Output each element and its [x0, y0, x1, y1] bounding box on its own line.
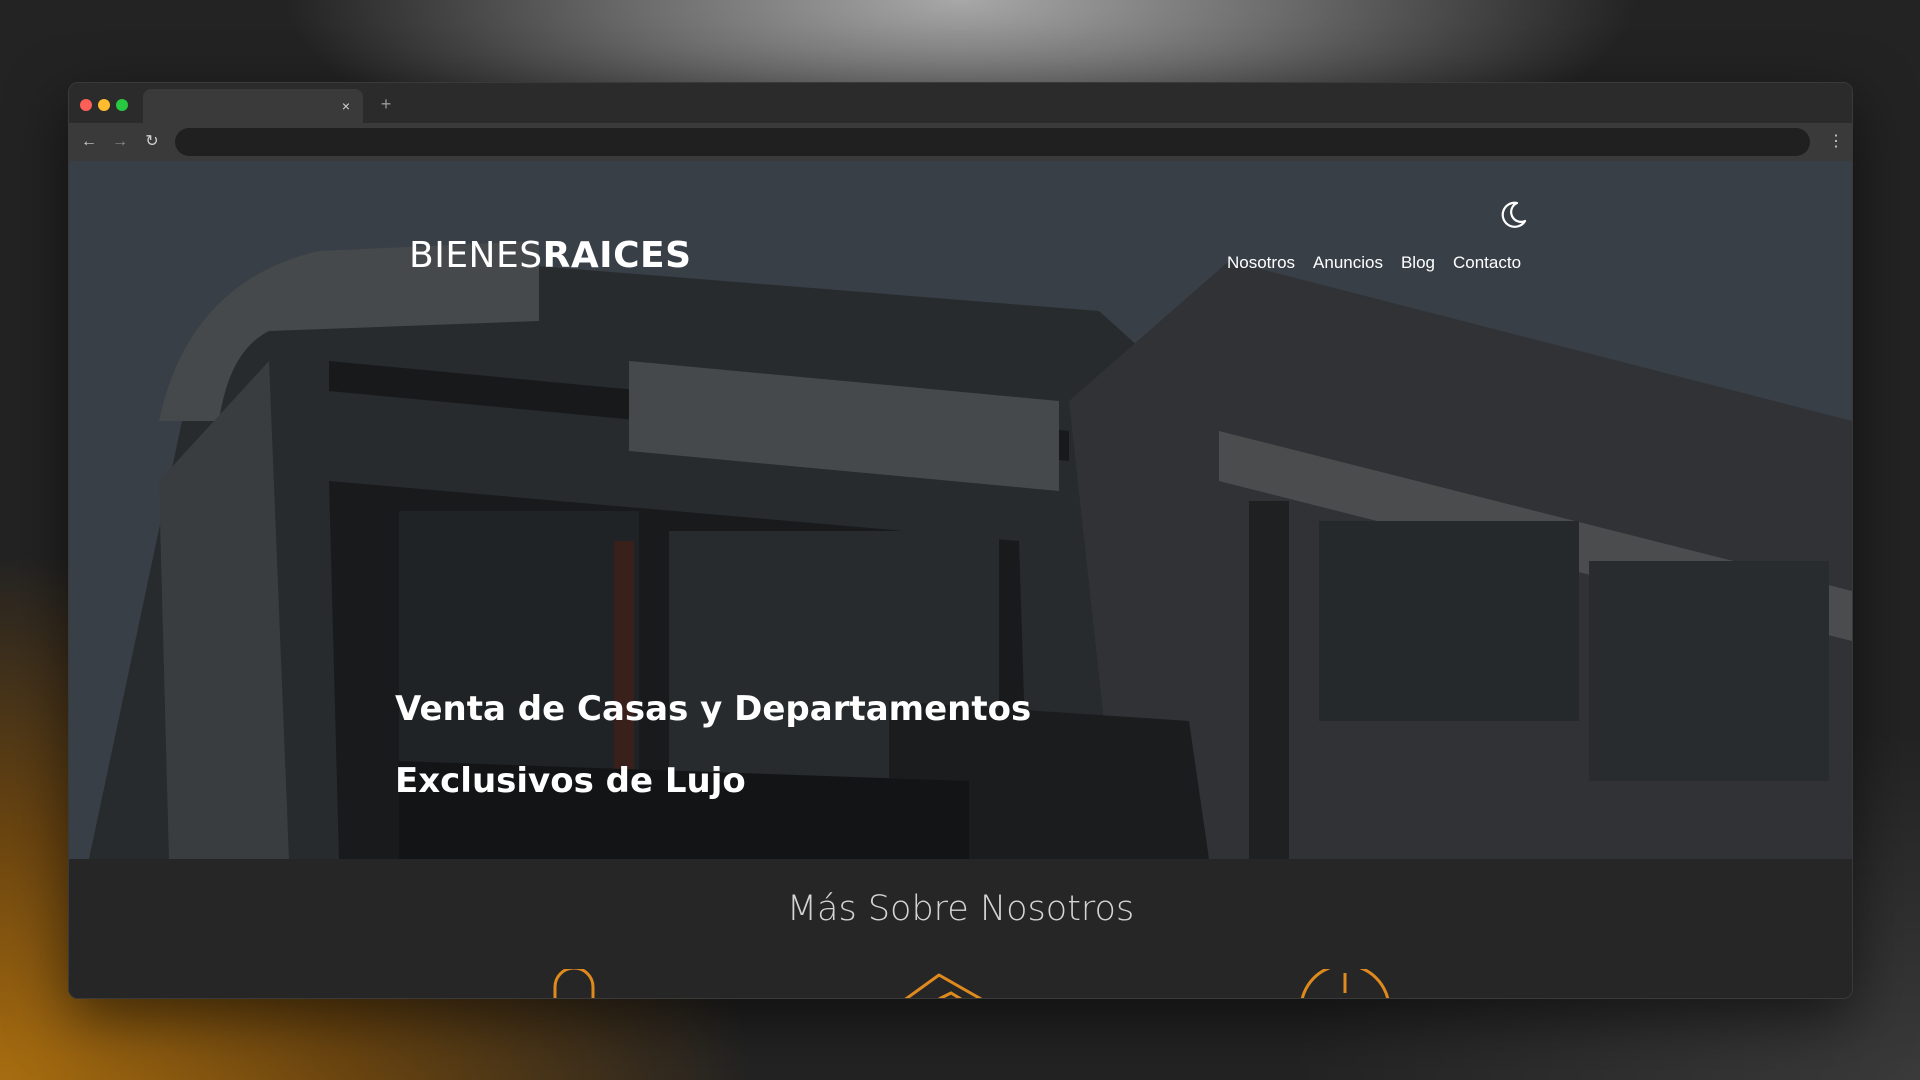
about-section: Más Sobre Nosotros	[69, 859, 1852, 998]
tab-close-icon[interactable]: ×	[337, 97, 355, 115]
hero-heading-line2: Exclusivos de Lujo	[395, 761, 746, 801]
nav-link-nosotros[interactable]: Nosotros	[1227, 253, 1295, 273]
reload-icon[interactable]: ↻	[142, 132, 162, 152]
security-icon	[553, 969, 595, 998]
site-logo[interactable]: BIENESRAICES	[409, 235, 692, 276]
hero-heading-line1: Venta de Casas y Departamentos	[395, 689, 1032, 729]
forward-icon[interactable]: →	[110, 132, 130, 152]
close-window-button[interactable]	[80, 99, 92, 111]
main-nav: Nosotros Anuncios Blog Contacto	[1227, 253, 1521, 273]
browser-toolbar: ← → ↻ ⋮	[69, 123, 1852, 161]
maximize-window-button[interactable]	[116, 99, 128, 111]
price-tag-icon	[904, 973, 983, 998]
address-bar[interactable]	[175, 128, 1810, 156]
section-title: Más Sobre Nosotros	[786, 889, 1135, 929]
browser-window: × + ← → ↻ ⋮ BIENESRAICES Nosotros Anunci…	[68, 82, 1853, 999]
new-tab-button[interactable]: +	[375, 93, 397, 115]
tab-bar: × +	[69, 83, 1852, 123]
logo-bold-text: RAICES	[542, 235, 692, 276]
clock-icon	[1300, 969, 1390, 998]
hero-heading: Venta de Casas y Departamentos Exclusivo…	[395, 673, 1031, 817]
moon-icon[interactable]	[1495, 197, 1531, 233]
minimize-window-button[interactable]	[98, 99, 110, 111]
hero-section: BIENESRAICES Nosotros Anuncios Blog Cont…	[69, 161, 1852, 859]
nav-link-blog[interactable]: Blog	[1401, 253, 1435, 273]
browser-tab[interactable]: ×	[143, 89, 363, 123]
browser-menu-icon[interactable]: ⋮	[1828, 132, 1844, 152]
logo-light-text: BIENES	[409, 235, 543, 276]
nav-link-contacto[interactable]: Contacto	[1453, 253, 1521, 273]
nav-link-anuncios[interactable]: Anuncios	[1313, 253, 1383, 273]
back-icon[interactable]: ←	[79, 132, 99, 152]
